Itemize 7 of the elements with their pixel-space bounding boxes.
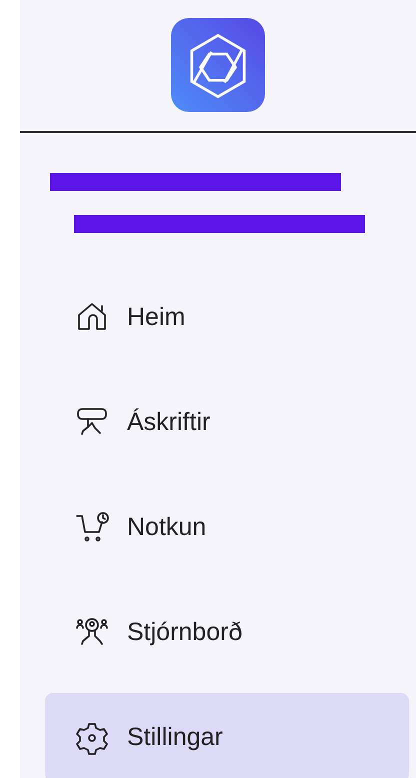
nav-item[interactable]: Áskriftir xyxy=(45,378,409,467)
settings-icon xyxy=(75,720,109,754)
nav-item[interactable]: Notkun xyxy=(45,483,409,572)
nav-item[interactable]: Heim xyxy=(45,273,409,362)
cart-clock-icon xyxy=(75,510,109,544)
nav-item[interactable]: Stillingar xyxy=(45,693,409,778)
nav-item[interactable]: Stjórnborð xyxy=(45,588,409,677)
